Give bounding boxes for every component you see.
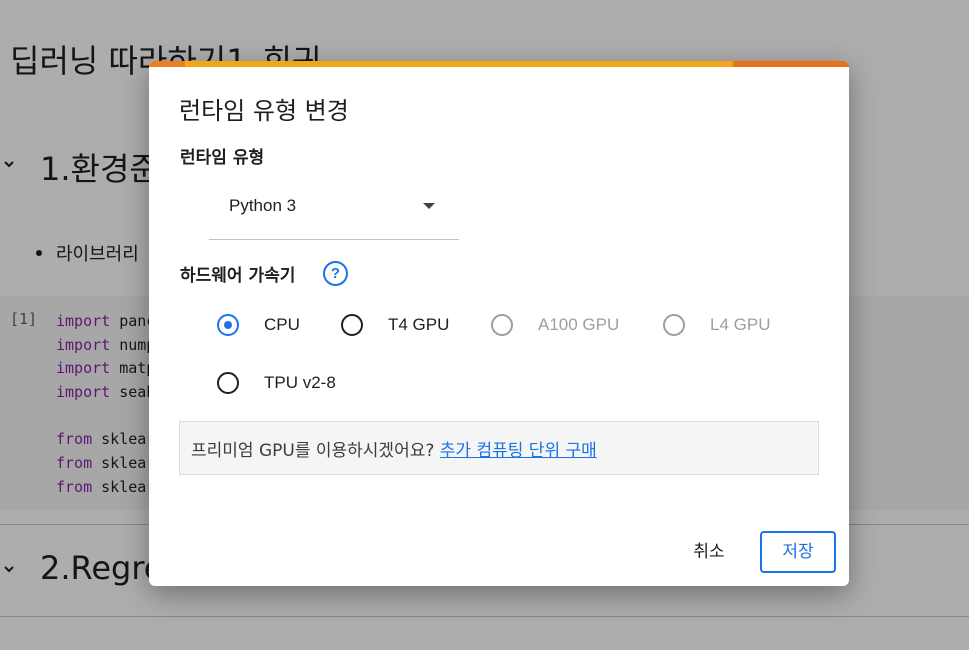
radio-option-cpu[interactable]: CPU	[217, 314, 327, 340]
runtime-type-label: 런타임 유형	[180, 148, 265, 168]
radio-option-tpu-v2-8[interactable]: TPU v2-8	[217, 372, 357, 398]
radio-label: L4 GPU	[710, 315, 771, 334]
progress-bar-end	[733, 61, 849, 67]
help-icon[interactable]: ?	[323, 261, 348, 286]
radio-label: TPU v2-8	[264, 373, 336, 392]
radio-label: CPU	[264, 315, 300, 334]
change-runtime-dialog: 런타임 유형 변경 런타임 유형 Python 3 하드웨어 가속기 ? CPU…	[149, 61, 849, 586]
radio-option-a100-gpu: A100 GPU	[491, 314, 641, 340]
cancel-button[interactable]: 취소	[669, 531, 749, 573]
radio-unchecked-icon	[341, 314, 363, 336]
save-button[interactable]: 저장	[760, 531, 836, 573]
radio-label: T4 GPU	[388, 315, 450, 334]
banner-text: 프리미엄 GPU를 이용하시겠어요? 추가 컴퓨팅 단위 구매	[191, 441, 597, 461]
radio-option-l4-gpu: L4 GPU	[663, 314, 793, 340]
runtime-type-select[interactable]: Python 3	[209, 179, 459, 240]
dialog-title: 런타임 유형 변경	[179, 97, 349, 125]
buy-compute-units-link[interactable]: 추가 컴퓨팅 단위 구매	[440, 441, 597, 461]
progress-bar-start	[149, 61, 185, 67]
progress-bar	[149, 61, 849, 67]
radio-unchecked-icon	[217, 372, 239, 394]
dropdown-arrow-icon	[423, 203, 435, 209]
radio-disabled-icon	[491, 314, 513, 336]
radio-option-t4-gpu[interactable]: T4 GPU	[341, 314, 471, 340]
radio-label: A100 GPU	[538, 315, 620, 334]
radio-checked-icon	[217, 314, 239, 336]
premium-gpu-banner: 프리미엄 GPU를 이용하시겠어요? 추가 컴퓨팅 단위 구매	[179, 421, 819, 475]
runtime-type-value: Python 3	[229, 196, 297, 215]
hardware-accelerator-label: 하드웨어 가속기	[180, 266, 296, 286]
radio-disabled-icon	[663, 314, 685, 336]
